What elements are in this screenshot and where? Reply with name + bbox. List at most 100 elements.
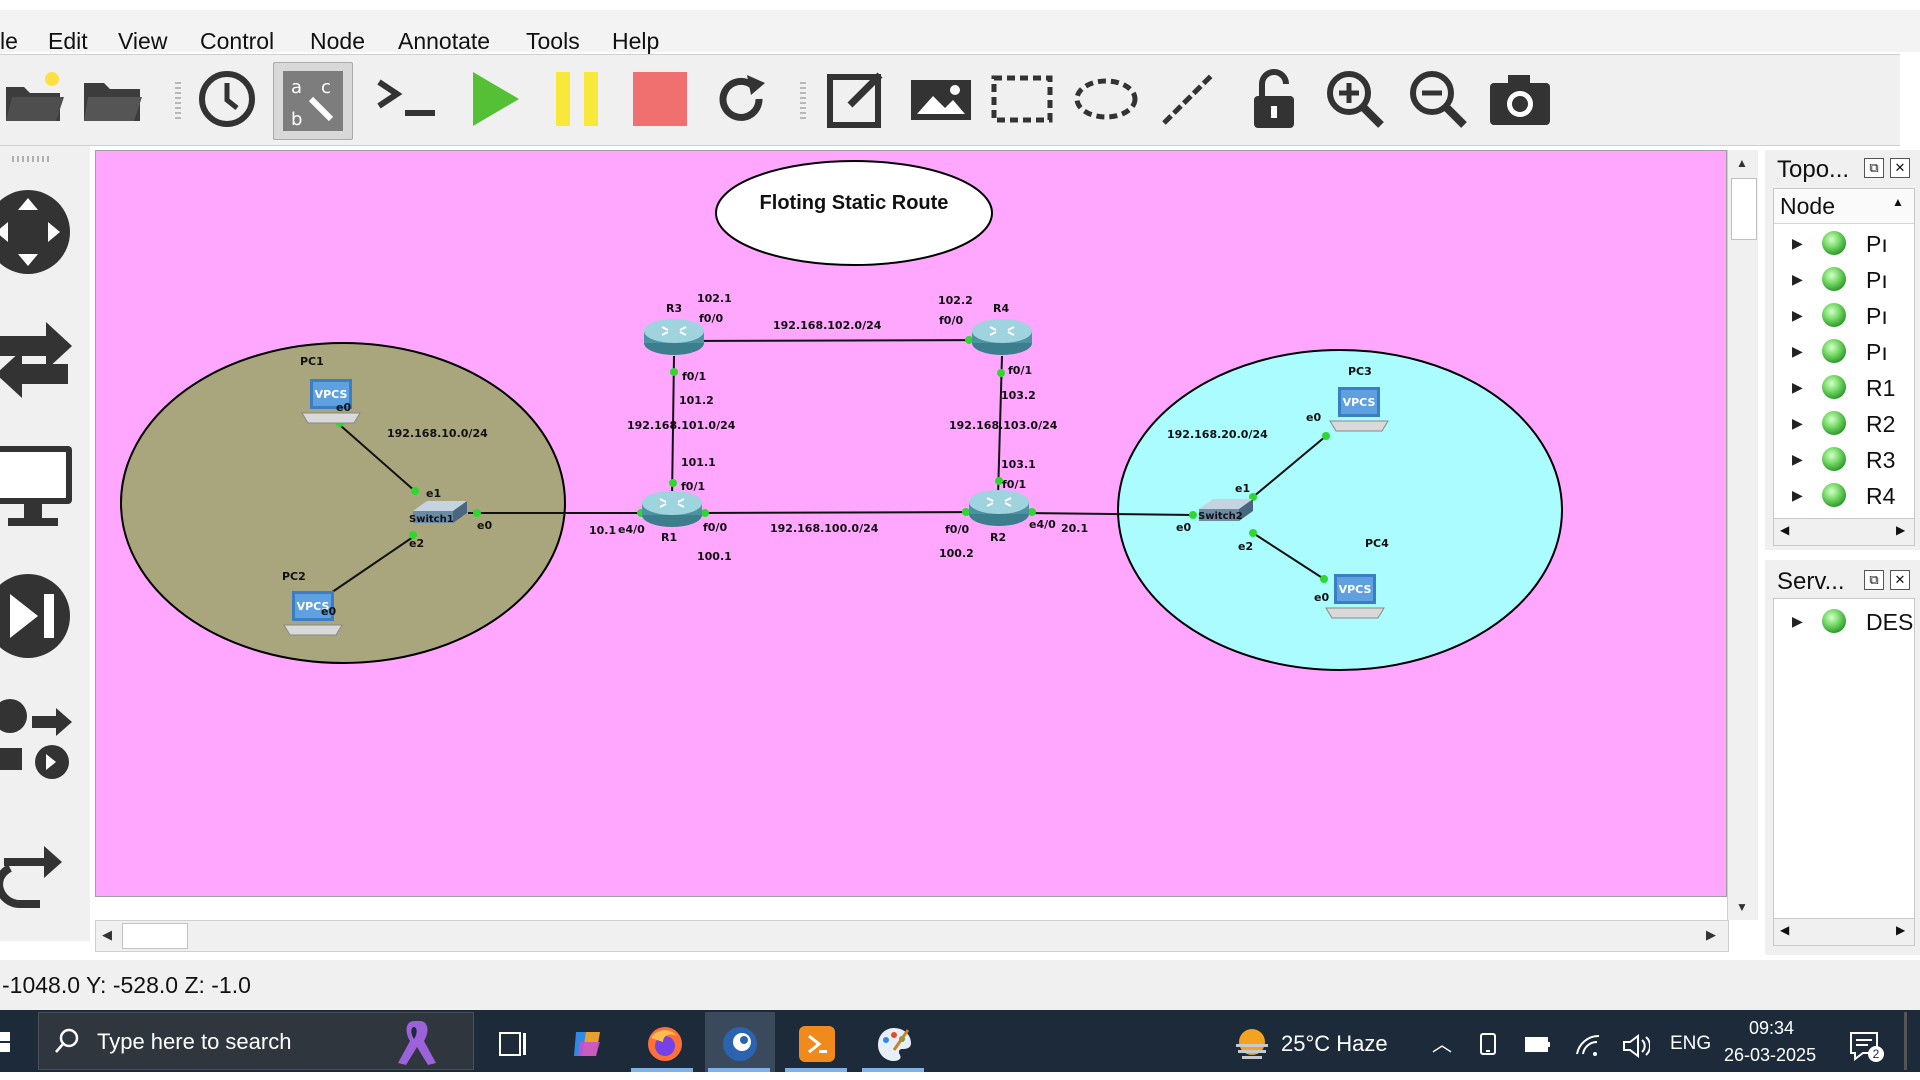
expand-arrow-icon[interactable]: ▶ xyxy=(1792,487,1803,504)
scroll-right-arrow-icon[interactable]: ▶ xyxy=(1706,927,1716,943)
expand-arrow-icon[interactable]: ▶ xyxy=(1792,343,1803,360)
weather-icon[interactable] xyxy=(1232,1024,1272,1069)
end-devices-category-icon[interactable] xyxy=(0,438,80,538)
tree-item-r3[interactable]: ▶ R3 xyxy=(1774,441,1914,477)
open-project-icon[interactable] xyxy=(0,64,70,134)
show-labels-icon[interactable]: acb xyxy=(273,62,353,140)
float-dock-icon[interactable]: ⧉ xyxy=(1864,158,1884,178)
expand-arrow-icon[interactable]: ▶ xyxy=(1792,271,1803,288)
tree-item-pc3[interactable]: ▶ Pı xyxy=(1774,297,1914,333)
node-label-r4[interactable]: R4 xyxy=(993,302,1009,315)
tree-item-pc1[interactable]: ▶ Pı xyxy=(1774,225,1914,261)
start-button[interactable] xyxy=(0,1022,14,1062)
tree-item-pc4[interactable]: ▶ Pı xyxy=(1774,333,1914,369)
scroll-up-arrow-icon[interactable]: ▲ xyxy=(1736,156,1748,170)
expand-arrow-icon[interactable]: ▶ xyxy=(1792,451,1803,468)
canvas-horizontal-scrollbar[interactable]: ◀ ▶ xyxy=(95,920,1729,952)
menu-node[interactable]: Node xyxy=(310,28,365,55)
tree-scroll-up-icon[interactable]: ▲ xyxy=(1892,195,1904,209)
close-dock-icon[interactable]: ✕ xyxy=(1890,158,1910,178)
canvas-vertical-scrollbar[interactable]: ▲ ▼ xyxy=(1727,150,1758,920)
reload-icon[interactable] xyxy=(706,64,776,134)
volume-icon[interactable] xyxy=(1622,1034,1652,1063)
title-note[interactable]: Floting Static Route xyxy=(716,151,992,255)
scroll-left-arrow-icon[interactable]: ◀ xyxy=(102,927,112,943)
scroll-right-arrow-icon[interactable]: ▶ xyxy=(1896,923,1905,937)
node-label-switch1[interactable]: Switch1 xyxy=(409,514,454,525)
servers-tree[interactable]: ▶ DESI xyxy=(1773,598,1915,920)
node-label-pc3[interactable]: PC3 xyxy=(1348,365,1372,378)
firefox-icon[interactable] xyxy=(643,1022,687,1066)
all-devices-category-icon[interactable] xyxy=(0,694,80,784)
tree-item-pc2[interactable]: ▶ Pı xyxy=(1774,261,1914,297)
clock-date[interactable]: 26-03-2025 xyxy=(1724,1045,1816,1066)
node-label-pc4[interactable]: PC4 xyxy=(1365,537,1389,550)
tree-item-server[interactable]: ▶ DESI xyxy=(1774,603,1914,639)
battery-icon[interactable] xyxy=(1525,1036,1551,1059)
menu-edit[interactable]: Edit xyxy=(48,28,88,55)
tree-item-r2[interactable]: ▶ R2 xyxy=(1774,405,1914,441)
security-devices-category-icon[interactable] xyxy=(0,566,80,666)
draw-line-icon[interactable] xyxy=(1153,64,1223,134)
topology-canvas[interactable]: VPCS VPCS VPCS VPCS Floting Static Route… xyxy=(95,150,1727,897)
routers-category-icon[interactable] xyxy=(0,182,80,282)
switches-category-icon[interactable] xyxy=(0,310,80,410)
console-icon[interactable] xyxy=(372,64,442,134)
open-folder-icon[interactable] xyxy=(78,64,148,134)
topology-tree-hscroll[interactable]: ◀ ▶ xyxy=(1773,518,1915,546)
node-label-r3[interactable]: R3 xyxy=(666,302,682,315)
expand-arrow-icon[interactable]: ▶ xyxy=(1792,415,1803,432)
menu-annotate[interactable]: Annotate xyxy=(398,28,490,55)
servers-tree-hscroll[interactable]: ◀ ▶ xyxy=(1773,918,1915,946)
node-label-r1[interactable]: R1 xyxy=(661,531,677,544)
topology-tree[interactable]: Node ▲ ▶ Pı ▶ Pı ▶ Pı ▶ Pı ▶ R1 ▶ R2 ▶ R3 ▶ R4 xyxy=(1773,188,1915,520)
menu-control[interactable]: Control xyxy=(200,28,274,55)
show-hidden-icons-icon[interactable]: ︿ xyxy=(1432,1028,1452,1057)
clock-time[interactable]: 09:34 xyxy=(1749,1018,1794,1039)
node-label-r2[interactable]: R2 xyxy=(990,531,1006,544)
draw-rectangle-icon[interactable] xyxy=(987,64,1057,134)
expand-arrow-icon[interactable]: ▶ xyxy=(1792,235,1803,252)
copilot-icon[interactable] xyxy=(566,1022,610,1066)
stop-all-icon[interactable] xyxy=(625,64,695,134)
gns3-icon[interactable] xyxy=(718,1022,762,1066)
vertical-scroll-thumb[interactable] xyxy=(1731,178,1757,240)
screenshot-icon[interactable] xyxy=(1485,64,1555,134)
node-label-pc1[interactable]: PC1 xyxy=(300,355,324,368)
menu-tools[interactable]: Tools xyxy=(526,28,580,55)
horizontal-scroll-thumb[interactable] xyxy=(122,923,188,949)
language-indicator[interactable]: ENG xyxy=(1670,1033,1711,1055)
meet-now-icon[interactable] xyxy=(1478,1032,1500,1063)
node-label-pc2[interactable]: PC2 xyxy=(282,570,306,583)
notifications-icon[interactable]: 2 xyxy=(1848,1030,1884,1064)
expand-arrow-icon[interactable]: ▶ xyxy=(1792,379,1803,396)
suspend-all-icon[interactable] xyxy=(543,64,613,134)
scroll-down-arrow-icon[interactable]: ▼ xyxy=(1736,900,1748,914)
expand-arrow-icon[interactable]: ▶ xyxy=(1792,307,1803,324)
zoom-in-icon[interactable] xyxy=(1320,64,1390,134)
awareness-ribbon-icon[interactable] xyxy=(391,1017,437,1067)
tree-item-r1[interactable]: ▶ R1 xyxy=(1774,369,1914,405)
snapshot-clock-icon[interactable] xyxy=(192,64,262,134)
close-dock-icon[interactable]: ✕ xyxy=(1890,570,1910,590)
scroll-left-arrow-icon[interactable]: ◀ xyxy=(1780,523,1789,537)
lock-icon[interactable] xyxy=(1240,64,1310,134)
draw-ellipse-icon[interactable] xyxy=(1071,64,1141,134)
scroll-left-arrow-icon[interactable]: ◀ xyxy=(1780,923,1789,937)
add-link-icon[interactable] xyxy=(0,818,80,918)
insert-picture-icon[interactable] xyxy=(906,64,976,134)
taskbar-search-box[interactable]: Type here to search xyxy=(38,1012,474,1070)
menu-file[interactable]: le xyxy=(0,28,18,55)
node-label-switch2[interactable]: Switch2 xyxy=(1198,511,1243,522)
start-all-icon[interactable] xyxy=(460,64,530,134)
tree-item-r4[interactable]: ▶ R4 xyxy=(1774,477,1914,513)
weather-text[interactable]: 25°C Haze xyxy=(1281,1031,1388,1057)
expand-arrow-icon[interactable]: ▶ xyxy=(1792,613,1803,630)
paint-icon[interactable] xyxy=(872,1022,916,1066)
float-dock-icon[interactable]: ⧉ xyxy=(1864,570,1884,590)
node-column-header[interactable]: Node xyxy=(1780,193,1835,220)
wifi-icon[interactable] xyxy=(1575,1034,1601,1063)
menu-help[interactable]: Help xyxy=(612,28,659,55)
zoom-out-icon[interactable] xyxy=(1403,64,1473,134)
task-view-icon[interactable] xyxy=(492,1022,536,1066)
